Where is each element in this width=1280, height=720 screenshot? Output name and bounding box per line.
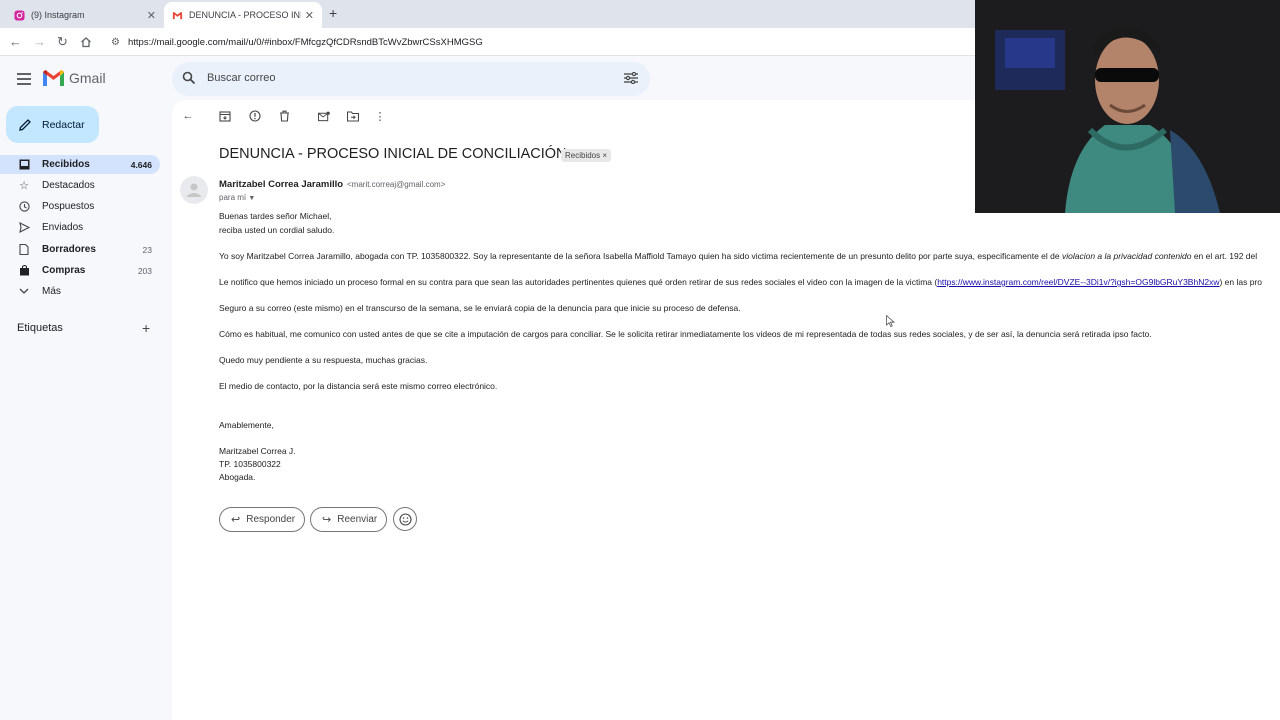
compose-label: Redactar <box>42 118 85 131</box>
unread-count: 4.646 <box>130 159 152 170</box>
gmail-logo[interactable]: Gmail <box>43 70 106 86</box>
menu-icon[interactable] <box>17 73 31 88</box>
sidebar-item-label: Compras <box>42 265 86 276</box>
sidebar-item-destacados[interactable]: ☆ Destacados <box>0 176 160 195</box>
gmail-favicon-icon <box>172 11 183 19</box>
close-icon[interactable]: ✕ <box>147 9 156 22</box>
search-icon[interactable] <box>182 71 196 85</box>
trash-icon[interactable] <box>278 110 290 122</box>
sender-email: <marit.correaj@gmail.com> <box>347 180 446 189</box>
search-options-icon[interactable] <box>624 72 638 84</box>
sidebar-item-enviados[interactable]: Enviados <box>0 218 160 237</box>
forward-arrow-icon[interactable]: → <box>33 34 46 50</box>
shopping-count: 203 <box>137 265 152 276</box>
signature-title: Abogada. <box>219 472 256 482</box>
sidebar-item-compras[interactable]: Compras 203 <box>0 261 160 280</box>
email-subject: DENUNCIA - PROCESO INICIAL DE CONCILIACI… <box>219 146 567 162</box>
send-icon <box>18 222 30 234</box>
webcam-overlay <box>975 0 1280 213</box>
avatar <box>180 176 208 204</box>
back-icon[interactable]: ← <box>182 110 194 122</box>
draft-icon <box>18 244 30 256</box>
body-text: ) en las pro <box>1219 277 1262 287</box>
sidebar-item-label: Borradores <box>42 244 96 255</box>
more-vert-icon[interactable]: ⋮ <box>374 110 386 123</box>
close-icon[interactable]: ✕ <box>305 9 314 22</box>
add-label-icon[interactable]: + <box>142 320 150 336</box>
url-text: https://mail.google.com/mail/u/0/#inbox/… <box>127 36 483 48</box>
sidebar-item-pospuestos[interactable]: Pospuestos <box>0 197 160 216</box>
chevron-down-icon <box>18 286 30 298</box>
labels-heading: Etiquetas <box>17 322 63 334</box>
sidebar-item-borradores[interactable]: Borradores 23 <box>0 240 160 259</box>
body-paragraph-2: Le notifico que hemos iniciado un proces… <box>219 277 1262 287</box>
recipient-label: para mí <box>219 193 247 202</box>
instagram-link[interactable]: https://www.instagram.com/reel/DVZE--3Di… <box>937 277 1219 287</box>
mouse-cursor-icon <box>886 315 895 327</box>
forward-icon: ↪ <box>322 514 332 526</box>
body-italic: violacion a la privacidad contenido <box>1061 251 1192 261</box>
gmail-m-icon <box>43 70 64 86</box>
reply-icon: ↩ <box>231 514 241 526</box>
shopping-icon <box>18 265 30 277</box>
body-paragraph-5: Quedo muy pendiente a su respuesta, much… <box>219 355 428 365</box>
body-paragraph-4: Cómo es habitual, me comunico con usted … <box>219 329 1152 339</box>
reload-icon[interactable]: ↻ <box>57 34 68 50</box>
draft-count: 23 <box>142 244 152 255</box>
sidebar-item-label: Recibidos <box>42 159 90 170</box>
gmail-wordmark: Gmail <box>69 70 106 86</box>
body-closing: Amablemente, <box>219 420 274 430</box>
tab-instagram[interactable]: (9) Instagram ✕ <box>6 2 164 28</box>
body-greeting-2: reciba usted un cordial saludo. <box>219 225 335 235</box>
star-icon: ☆ <box>19 180 29 192</box>
streamer-video-image <box>975 0 1280 213</box>
back-arrow-icon[interactable]: ← <box>9 34 22 50</box>
sidebar-item-label: Destacados <box>42 180 95 191</box>
body-text: en el art. 192 del <box>1191 251 1258 261</box>
new-tab-icon[interactable]: + <box>329 5 337 21</box>
archive-icon[interactable] <box>219 110 231 122</box>
body-greeting-1: Buenas tardes señor Michael, <box>219 211 332 221</box>
tab-label: DENUNCIA - PROCESO INICIAL <box>189 10 301 20</box>
sidebar-item-mas[interactable]: Más <box>0 282 160 301</box>
sender-name[interactable]: Maritzabel Correa Jaramillo <box>219 179 343 190</box>
site-info-icon[interactable]: ⚙ <box>111 37 120 48</box>
signature-name: Maritzabel Correa J. <box>219 446 296 456</box>
mark-unread-icon[interactable] <box>318 110 330 122</box>
pencil-icon <box>19 118 31 131</box>
body-paragraph-3: Seguro a su correo (este mismo) en el tr… <box>219 303 741 313</box>
body-text: Yo soy Maritzabel Correa Jaramillo, abog… <box>219 251 1062 261</box>
caret-down-icon: ▼ <box>248 195 256 202</box>
forward-button[interactable]: ↪ Reenviar <box>310 507 387 532</box>
compose-button[interactable]: Redactar <box>6 106 99 143</box>
label-chip-recibidos[interactable]: Recibidos × <box>561 149 612 162</box>
reply-label: Responder <box>246 514 296 525</box>
sidebar-item-label: Enviados <box>42 222 84 233</box>
spam-icon[interactable] <box>249 110 261 122</box>
home-icon[interactable] <box>80 36 92 48</box>
body-paragraph-1: Yo soy Maritzabel Correa Jaramillo, abog… <box>219 251 1257 261</box>
sidebar-item-label: Pospuestos <box>42 201 95 212</box>
instagram-icon <box>14 9 25 21</box>
search-input[interactable]: Buscar correo <box>207 72 275 84</box>
forward-label: Reenviar <box>337 514 378 525</box>
recipient-details[interactable]: para mí ▼ <box>219 193 255 202</box>
move-to-icon[interactable] <box>347 110 359 122</box>
tab-gmail[interactable]: DENUNCIA - PROCESO INICIAL ✕ <box>164 2 322 28</box>
reply-button[interactable]: ↩ Responder <box>219 507 305 532</box>
body-text: Le notifico que hemos iniciado un proces… <box>219 277 938 287</box>
url-field[interactable]: ⚙ https://mail.google.com/mail/u/0/#inbo… <box>111 33 483 51</box>
inbox-icon <box>18 159 30 171</box>
search-bar[interactable]: Buscar correo <box>172 62 650 96</box>
sidebar-item-label: Más <box>42 286 61 297</box>
sidebar-item-recibidos[interactable]: Recibidos 4.646 <box>0 155 160 174</box>
emoji-reaction-button[interactable] <box>393 507 417 531</box>
emoji-icon <box>398 512 412 526</box>
body-paragraph-6: El medio de contacto, por la distancia s… <box>219 381 498 391</box>
clock-icon <box>18 201 30 213</box>
signature-tp: TP. 1035800322 <box>219 459 281 469</box>
tab-label: (9) Instagram <box>31 10 85 20</box>
